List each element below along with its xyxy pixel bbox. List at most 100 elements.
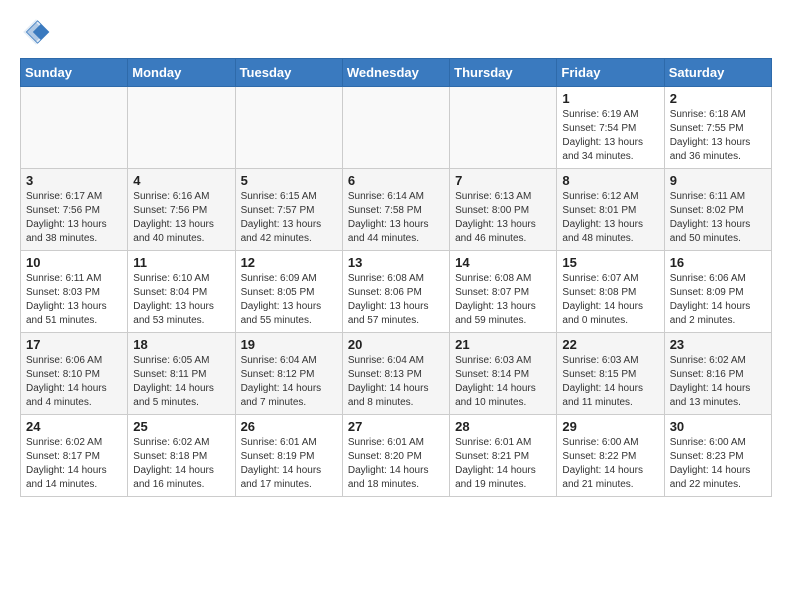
day-number: 22 — [562, 337, 658, 352]
cell-info: Sunrise: 6:00 AMSunset: 8:22 PMDaylight:… — [562, 436, 658, 492]
day-number: 1 — [562, 91, 658, 106]
day-number: 30 — [670, 419, 766, 434]
calendar-header-row: Sunday Monday Tuesday Wednesday Thursday… — [21, 59, 772, 87]
cell-info: Sunrise: 6:02 AMSunset: 8:18 PMDaylight:… — [133, 436, 229, 492]
table-row: 20 Sunrise: 6:04 AMSunset: 8:13 PMDaylig… — [342, 333, 449, 415]
cell-info: Sunrise: 6:12 AMSunset: 8:01 PMDaylight:… — [562, 190, 658, 246]
table-row — [235, 87, 342, 169]
col-wednesday: Wednesday — [342, 59, 449, 87]
cell-info: Sunrise: 6:01 AMSunset: 8:20 PMDaylight:… — [348, 436, 444, 492]
col-saturday: Saturday — [664, 59, 771, 87]
cell-info: Sunrise: 6:17 AMSunset: 7:56 PMDaylight:… — [26, 190, 122, 246]
table-row: 16 Sunrise: 6:06 AMSunset: 8:09 PMDaylig… — [664, 251, 771, 333]
calendar-table: Sunday Monday Tuesday Wednesday Thursday… — [20, 58, 772, 497]
table-row: 8 Sunrise: 6:12 AMSunset: 8:01 PMDayligh… — [557, 169, 664, 251]
cell-info: Sunrise: 6:05 AMSunset: 8:11 PMDaylight:… — [133, 354, 229, 410]
cell-info: Sunrise: 6:03 AMSunset: 8:15 PMDaylight:… — [562, 354, 658, 410]
table-row: 7 Sunrise: 6:13 AMSunset: 8:00 PMDayligh… — [450, 169, 557, 251]
day-number: 17 — [26, 337, 122, 352]
day-number: 5 — [241, 173, 337, 188]
table-row: 12 Sunrise: 6:09 AMSunset: 8:05 PMDaylig… — [235, 251, 342, 333]
calendar-week-0: 1 Sunrise: 6:19 AMSunset: 7:54 PMDayligh… — [21, 87, 772, 169]
table-row: 28 Sunrise: 6:01 AMSunset: 8:21 PMDaylig… — [450, 415, 557, 497]
table-row: 23 Sunrise: 6:02 AMSunset: 8:16 PMDaylig… — [664, 333, 771, 415]
day-number: 8 — [562, 173, 658, 188]
day-number: 27 — [348, 419, 444, 434]
table-row: 21 Sunrise: 6:03 AMSunset: 8:14 PMDaylig… — [450, 333, 557, 415]
cell-info: Sunrise: 6:02 AMSunset: 8:16 PMDaylight:… — [670, 354, 766, 410]
table-row: 30 Sunrise: 6:00 AMSunset: 8:23 PMDaylig… — [664, 415, 771, 497]
header — [20, 16, 772, 48]
day-number: 21 — [455, 337, 551, 352]
table-row: 11 Sunrise: 6:10 AMSunset: 8:04 PMDaylig… — [128, 251, 235, 333]
cell-info: Sunrise: 6:19 AMSunset: 7:54 PMDaylight:… — [562, 108, 658, 164]
day-number: 7 — [455, 173, 551, 188]
table-row: 13 Sunrise: 6:08 AMSunset: 8:06 PMDaylig… — [342, 251, 449, 333]
day-number: 19 — [241, 337, 337, 352]
cell-info: Sunrise: 6:01 AMSunset: 8:21 PMDaylight:… — [455, 436, 551, 492]
table-row: 15 Sunrise: 6:07 AMSunset: 8:08 PMDaylig… — [557, 251, 664, 333]
table-row: 18 Sunrise: 6:05 AMSunset: 8:11 PMDaylig… — [128, 333, 235, 415]
table-row: 19 Sunrise: 6:04 AMSunset: 8:12 PMDaylig… — [235, 333, 342, 415]
day-number: 6 — [348, 173, 444, 188]
day-number: 4 — [133, 173, 229, 188]
cell-info: Sunrise: 6:10 AMSunset: 8:04 PMDaylight:… — [133, 272, 229, 328]
table-row: 3 Sunrise: 6:17 AMSunset: 7:56 PMDayligh… — [21, 169, 128, 251]
cell-info: Sunrise: 6:18 AMSunset: 7:55 PMDaylight:… — [670, 108, 766, 164]
day-number: 23 — [670, 337, 766, 352]
day-number: 13 — [348, 255, 444, 270]
calendar-week-1: 3 Sunrise: 6:17 AMSunset: 7:56 PMDayligh… — [21, 169, 772, 251]
cell-info: Sunrise: 6:07 AMSunset: 8:08 PMDaylight:… — [562, 272, 658, 328]
day-number: 3 — [26, 173, 122, 188]
cell-info: Sunrise: 6:13 AMSunset: 8:00 PMDaylight:… — [455, 190, 551, 246]
col-sunday: Sunday — [21, 59, 128, 87]
table-row: 27 Sunrise: 6:01 AMSunset: 8:20 PMDaylig… — [342, 415, 449, 497]
table-row: 6 Sunrise: 6:14 AMSunset: 7:58 PMDayligh… — [342, 169, 449, 251]
table-row: 10 Sunrise: 6:11 AMSunset: 8:03 PMDaylig… — [21, 251, 128, 333]
col-friday: Friday — [557, 59, 664, 87]
cell-info: Sunrise: 6:06 AMSunset: 8:09 PMDaylight:… — [670, 272, 766, 328]
table-row: 29 Sunrise: 6:00 AMSunset: 8:22 PMDaylig… — [557, 415, 664, 497]
day-number: 28 — [455, 419, 551, 434]
day-number: 12 — [241, 255, 337, 270]
table-row — [450, 87, 557, 169]
table-row: 25 Sunrise: 6:02 AMSunset: 8:18 PMDaylig… — [128, 415, 235, 497]
cell-info: Sunrise: 6:01 AMSunset: 8:19 PMDaylight:… — [241, 436, 337, 492]
table-row — [342, 87, 449, 169]
cell-info: Sunrise: 6:15 AMSunset: 7:57 PMDaylight:… — [241, 190, 337, 246]
day-number: 11 — [133, 255, 229, 270]
table-row: 24 Sunrise: 6:02 AMSunset: 8:17 PMDaylig… — [21, 415, 128, 497]
day-number: 20 — [348, 337, 444, 352]
col-thursday: Thursday — [450, 59, 557, 87]
cell-info: Sunrise: 6:11 AMSunset: 8:03 PMDaylight:… — [26, 272, 122, 328]
cell-info: Sunrise: 6:06 AMSunset: 8:10 PMDaylight:… — [26, 354, 122, 410]
table-row: 1 Sunrise: 6:19 AMSunset: 7:54 PMDayligh… — [557, 87, 664, 169]
col-tuesday: Tuesday — [235, 59, 342, 87]
day-number: 26 — [241, 419, 337, 434]
day-number: 2 — [670, 91, 766, 106]
cell-info: Sunrise: 6:02 AMSunset: 8:17 PMDaylight:… — [26, 436, 122, 492]
day-number: 10 — [26, 255, 122, 270]
cell-info: Sunrise: 6:09 AMSunset: 8:05 PMDaylight:… — [241, 272, 337, 328]
calendar-week-4: 24 Sunrise: 6:02 AMSunset: 8:17 PMDaylig… — [21, 415, 772, 497]
day-number: 15 — [562, 255, 658, 270]
table-row: 22 Sunrise: 6:03 AMSunset: 8:15 PMDaylig… — [557, 333, 664, 415]
calendar-week-2: 10 Sunrise: 6:11 AMSunset: 8:03 PMDaylig… — [21, 251, 772, 333]
day-number: 29 — [562, 419, 658, 434]
col-monday: Monday — [128, 59, 235, 87]
table-row — [21, 87, 128, 169]
cell-info: Sunrise: 6:08 AMSunset: 8:06 PMDaylight:… — [348, 272, 444, 328]
cell-info: Sunrise: 6:08 AMSunset: 8:07 PMDaylight:… — [455, 272, 551, 328]
table-row: 9 Sunrise: 6:11 AMSunset: 8:02 PMDayligh… — [664, 169, 771, 251]
day-number: 14 — [455, 255, 551, 270]
day-number: 25 — [133, 419, 229, 434]
table-row: 26 Sunrise: 6:01 AMSunset: 8:19 PMDaylig… — [235, 415, 342, 497]
cell-info: Sunrise: 6:04 AMSunset: 8:12 PMDaylight:… — [241, 354, 337, 410]
day-number: 24 — [26, 419, 122, 434]
table-row: 4 Sunrise: 6:16 AMSunset: 7:56 PMDayligh… — [128, 169, 235, 251]
calendar-week-3: 17 Sunrise: 6:06 AMSunset: 8:10 PMDaylig… — [21, 333, 772, 415]
logo — [20, 16, 52, 48]
cell-info: Sunrise: 6:03 AMSunset: 8:14 PMDaylight:… — [455, 354, 551, 410]
day-number: 9 — [670, 173, 766, 188]
calendar-body: 1 Sunrise: 6:19 AMSunset: 7:54 PMDayligh… — [21, 87, 772, 497]
